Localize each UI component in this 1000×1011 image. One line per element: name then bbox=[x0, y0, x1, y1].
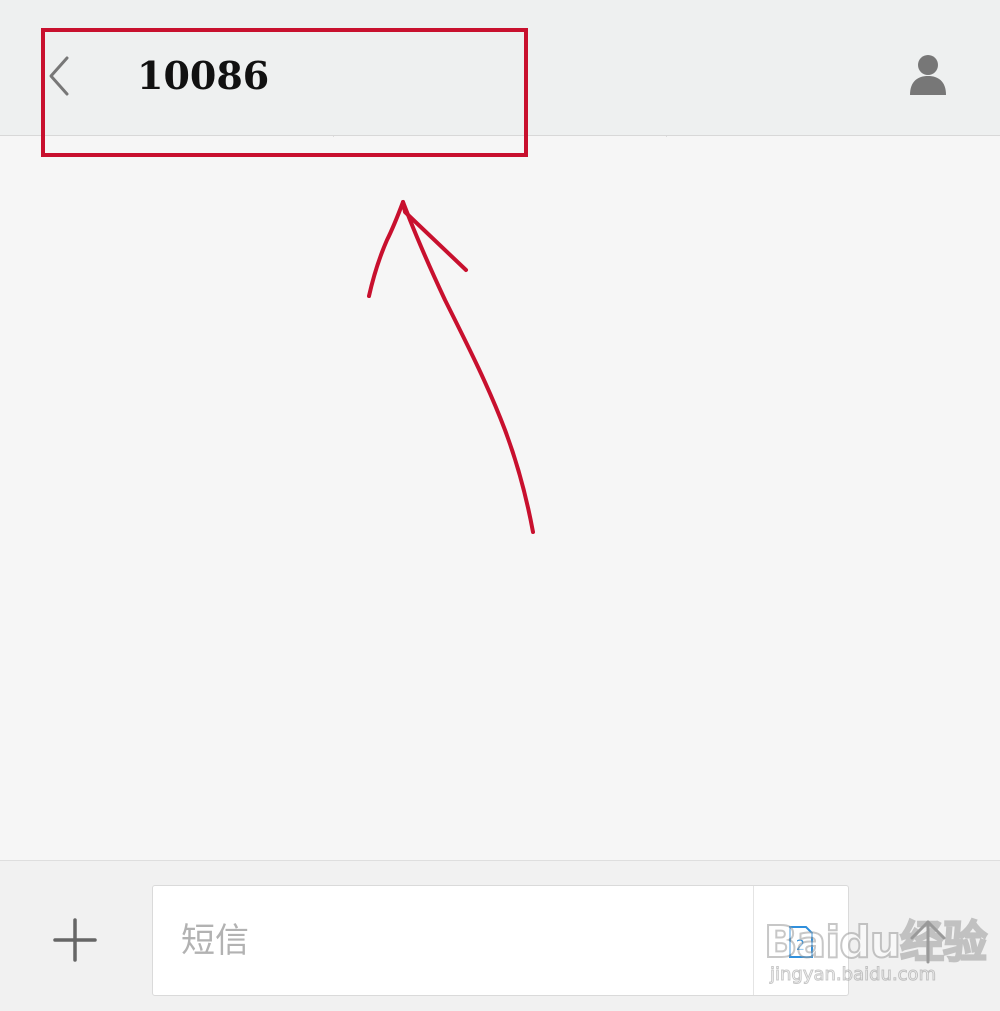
chevron-left-icon bbox=[49, 56, 69, 96]
person-icon bbox=[910, 55, 946, 95]
watermark-logo: Baidu经验 bbox=[763, 916, 988, 969]
input-divider bbox=[753, 886, 754, 995]
watermark: Baidu经验 jingyan.baidu.com bbox=[760, 898, 1000, 998]
plus-icon bbox=[53, 918, 97, 962]
back-button[interactable] bbox=[36, 48, 80, 104]
watermark-url: jingyan.baidu.com bbox=[769, 964, 937, 986]
message-thread bbox=[0, 137, 1000, 860]
add-attachment-button[interactable] bbox=[48, 913, 102, 967]
contact-details-button[interactable] bbox=[904, 50, 952, 100]
message-input-box: 2 bbox=[152, 885, 849, 996]
message-input[interactable] bbox=[153, 886, 753, 995]
conversation-header: 10086 bbox=[0, 0, 1000, 136]
contact-title[interactable]: 10086 bbox=[137, 50, 269, 102]
